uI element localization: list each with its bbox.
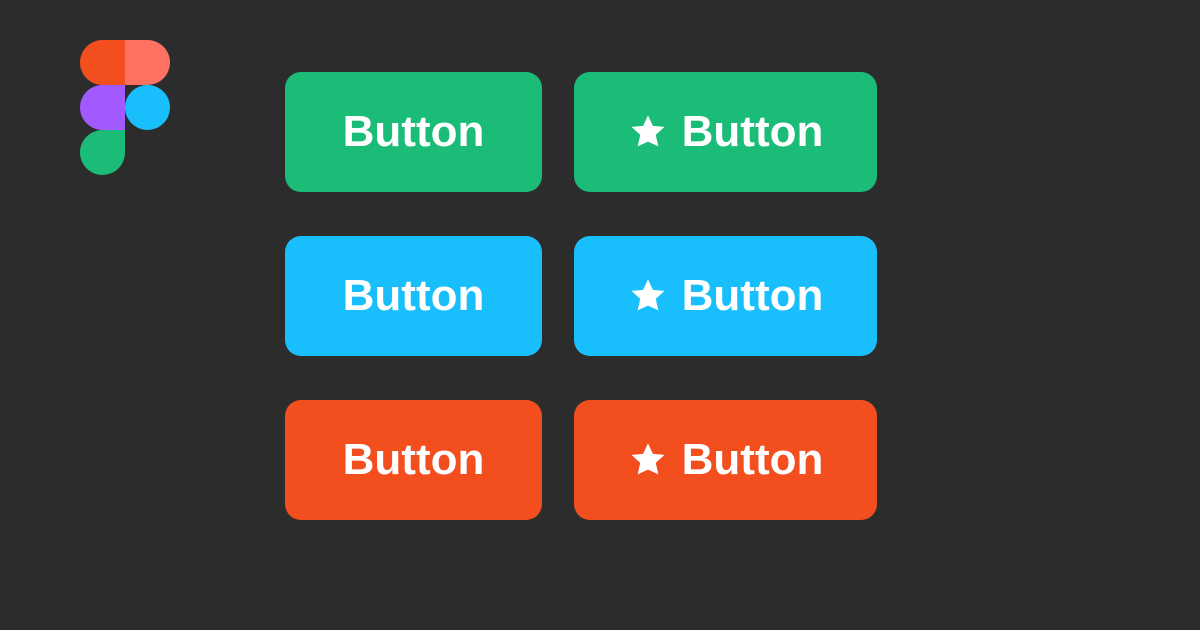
button-label: Button xyxy=(343,107,485,157)
button-label: Button xyxy=(682,107,824,157)
button-row-blue: Button Button xyxy=(285,236,877,356)
button-label: Button xyxy=(682,271,824,321)
star-icon xyxy=(628,276,668,316)
button-label: Button xyxy=(343,435,485,485)
figma-logo xyxy=(80,40,170,179)
button-row-green: Button Button xyxy=(285,72,877,192)
button-row-red: Button Button xyxy=(285,400,877,520)
star-icon xyxy=(628,112,668,152)
button-blue-with-icon[interactable]: Button xyxy=(574,236,877,356)
button-label: Button xyxy=(343,271,485,321)
button-blue-plain[interactable]: Button xyxy=(285,236,542,356)
button-red-plain[interactable]: Button xyxy=(285,400,542,520)
button-green-plain[interactable]: Button xyxy=(285,72,542,192)
button-green-with-icon[interactable]: Button xyxy=(574,72,877,192)
button-red-with-icon[interactable]: Button xyxy=(574,400,877,520)
star-icon xyxy=(628,440,668,480)
button-variants-grid: Button Button Button Button Button Bu xyxy=(285,72,877,520)
button-label: Button xyxy=(682,435,824,485)
